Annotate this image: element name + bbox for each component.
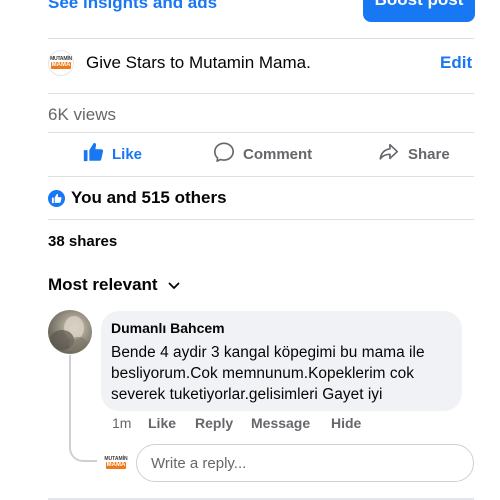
comment-reply-link[interactable]: Reply — [195, 415, 233, 431]
reactions-text: You and 515 others — [71, 188, 227, 207]
edit-button[interactable]: Edit — [440, 53, 472, 73]
comment-button[interactable]: Comment — [213, 142, 312, 166]
divider — [48, 219, 474, 220]
mutamin-logo: MUTAMİN MAMA — [48, 50, 74, 76]
like-label: Like — [112, 145, 143, 163]
views-count: 6K views — [48, 105, 117, 124]
comment-label: Comment — [243, 145, 313, 163]
shares-count[interactable]: 38 shares — [48, 233, 117, 250]
like-button[interactable]: Like — [82, 142, 142, 166]
comment-bubble-icon — [213, 141, 235, 167]
give-stars-prompt: Give Stars to Mutamin Mama. — [86, 53, 311, 72]
share-label: Share — [408, 145, 450, 163]
divider — [48, 132, 474, 133]
comment-text: Bende 4 aydir 3 kangal köpegimi bu mama … — [111, 344, 425, 403]
avatar[interactable] — [48, 310, 92, 354]
boost-post-label: Boost post — [375, 0, 464, 10]
see-insights-link[interactable]: See insights and ads — [48, 0, 217, 13]
reply-placeholder: Write a reply... — [151, 454, 247, 472]
share-button[interactable]: Share — [378, 142, 450, 166]
page-avatar: MUTAMİN MAMA — [103, 452, 129, 474]
divider — [48, 38, 474, 39]
comment-message-link[interactable]: Message — [251, 415, 310, 431]
divider — [48, 176, 474, 177]
logo-bottom-text: MAMA — [50, 62, 72, 69]
sort-label: Most relevant — [48, 275, 158, 294]
thread-line — [69, 355, 71, 450]
like-reaction-icon — [48, 189, 65, 207]
chevron-down-icon — [158, 275, 180, 295]
divider — [48, 93, 474, 94]
comment-bubble[interactable]: Dumanlı Bahcem Bende 4 aydir 3 kangal kö… — [101, 311, 462, 411]
comment-like-link[interactable]: Like — [148, 415, 176, 431]
boost-post-button[interactable]: Boost post — [363, 0, 475, 22]
reply-input[interactable]: Write a reply... — [136, 444, 474, 482]
reactions-summary[interactable]: You and 515 others — [48, 188, 227, 208]
thumbs-up-icon — [82, 141, 104, 167]
comment-hide-link[interactable]: Hide — [331, 415, 361, 431]
share-arrow-icon — [378, 141, 400, 167]
logo-bottom-text: MAMA — [105, 462, 127, 469]
comment-sort-dropdown[interactable]: Most relevant — [48, 275, 180, 295]
comment-author[interactable]: Dumanlı Bahcem — [111, 320, 450, 336]
thread-connector — [69, 440, 97, 462]
comment-time: 1m — [112, 415, 132, 431]
